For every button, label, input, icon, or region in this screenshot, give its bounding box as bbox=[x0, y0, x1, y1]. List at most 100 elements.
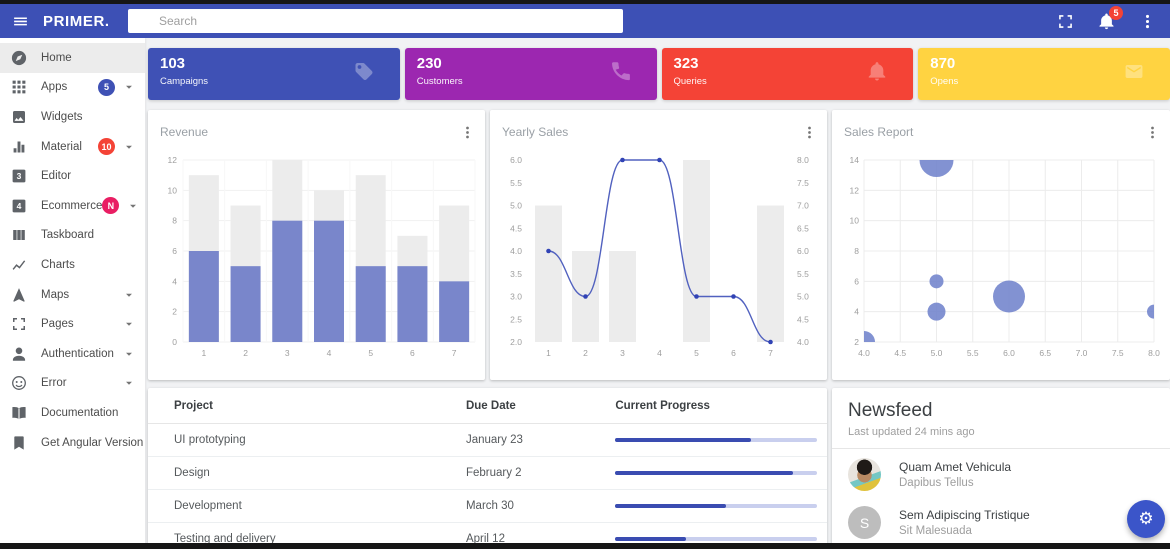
projects-table-card: Project Due Date Current Progress UI proto… bbox=[148, 388, 827, 549]
svg-text:10: 10 bbox=[168, 185, 178, 195]
newsfeed-item: S Sem Adipiscing Tristique Sit Malesuada bbox=[832, 500, 1170, 545]
sidebar-item-material[interactable]: Material 10 bbox=[0, 132, 145, 162]
chart-card-sales-report: Sales Report 2 4 6 8 10 12 14 4.0 4.5 5.0 5.5 6.0 6.5… bbox=[832, 110, 1170, 380]
newsfeed-item-name: Quam Amet Vehicula bbox=[899, 460, 1012, 474]
svg-text:6.5: 6.5 bbox=[797, 223, 809, 233]
svg-text:14: 14 bbox=[850, 155, 860, 165]
sidebar-item-documentation[interactable]: Documentation bbox=[0, 398, 145, 428]
navbar-left: PRIMER. bbox=[0, 13, 122, 30]
newsfeed-item-detail: Sit Malesuada bbox=[899, 525, 972, 537]
sidebar-item-label: Ecommerce bbox=[41, 199, 103, 212]
table-header: Project bbox=[148, 388, 440, 424]
newsfeed-header: Newsfeed Last updated 24 mins ago bbox=[832, 388, 1170, 449]
svg-text:5: 5 bbox=[368, 348, 373, 358]
stat-card-campaigns[interactable]: 103 Campaigns bbox=[148, 48, 400, 100]
hamburger-menu-icon[interactable] bbox=[12, 13, 29, 30]
sidebar-item-label: Documentation bbox=[41, 406, 119, 419]
svg-text:2: 2 bbox=[172, 307, 177, 317]
sidebar-item-editor[interactable]: 3 Editor bbox=[0, 161, 145, 191]
chart-title: Revenue bbox=[160, 125, 209, 139]
settings-fab[interactable]: ⚙ bbox=[1127, 500, 1165, 538]
search-box[interactable] bbox=[128, 9, 623, 33]
stat-card-customers[interactable]: 230 Customers bbox=[404, 48, 657, 100]
show-chart-icon bbox=[11, 257, 27, 273]
newsfeed-title: Newsfeed bbox=[848, 400, 933, 421]
chevron-down-icon bbox=[122, 80, 136, 94]
chart-title: Yearly Sales bbox=[502, 125, 569, 139]
bottom-row: Project Due Date Current Progress UI proto… bbox=[148, 388, 1170, 549]
svg-text:5.5: 5.5 bbox=[510, 178, 522, 188]
looks-3-icon: 3 bbox=[11, 168, 27, 184]
navigation-icon bbox=[11, 287, 27, 303]
more-options-icon[interactable] bbox=[1145, 125, 1160, 140]
avatar-initial: S bbox=[859, 514, 870, 531]
book-icon bbox=[11, 405, 27, 421]
screen-edge-bottom bbox=[0, 543, 1170, 549]
svg-text:5: 5 bbox=[694, 348, 699, 358]
search-input[interactable] bbox=[157, 13, 615, 29]
sidebar-item-charts[interactable]: Charts bbox=[0, 250, 145, 280]
svg-text:6.0: 6.0 bbox=[797, 246, 809, 256]
sidebar-item-get-angular-version[interactable]: Get Angular Version bbox=[0, 428, 145, 458]
svg-text:7.0: 7.0 bbox=[1076, 348, 1088, 358]
chart-header: Yearly Sales bbox=[490, 110, 827, 144]
explore-icon bbox=[11, 50, 27, 66]
chevron-down-icon bbox=[122, 317, 136, 331]
svg-text:4.0: 4.0 bbox=[797, 337, 809, 347]
progress-bar bbox=[615, 471, 818, 475]
svg-text:1: 1 bbox=[546, 348, 551, 358]
more-options-icon[interactable] bbox=[802, 125, 817, 140]
sidebar-item-widgets[interactable]: Widgets bbox=[0, 102, 145, 132]
chart-header: Sales Report bbox=[832, 110, 1170, 144]
progress-bar-fill bbox=[615, 438, 751, 442]
sidebar-item-label: Error bbox=[41, 377, 67, 390]
sidebar-item-taskboard[interactable]: Taskboard bbox=[0, 221, 145, 251]
project-name: Design bbox=[148, 456, 440, 490]
due-date: February 2 bbox=[439, 456, 590, 490]
more-options-icon[interactable] bbox=[460, 125, 475, 140]
sidebar-item-label: Home bbox=[41, 51, 72, 64]
more-options-icon[interactable] bbox=[1139, 13, 1156, 30]
email-icon bbox=[1124, 62, 1144, 87]
chart-title: Sales Report bbox=[844, 125, 914, 139]
notification-badge: 5 bbox=[1109, 5, 1123, 20]
notifications-button[interactable]: 5 bbox=[1098, 5, 1123, 30]
sidebar-item-pages[interactable]: Pages bbox=[0, 309, 145, 339]
sidebar-item-error[interactable]: Error bbox=[0, 369, 145, 399]
svg-text:5.0: 5.0 bbox=[931, 348, 943, 358]
sidebar-item-apps[interactable]: Apps 5 bbox=[0, 73, 145, 103]
svg-text:4: 4 bbox=[657, 348, 662, 358]
avatar: S bbox=[848, 506, 881, 539]
svg-text:4: 4 bbox=[327, 348, 332, 358]
sidebar-item-label: Widgets bbox=[41, 110, 83, 123]
bell-icon bbox=[867, 62, 887, 87]
sidebar: Home Apps 5 Widgets Material 10 3 Editor 4 Ecomme… bbox=[0, 38, 145, 549]
sidebar-item-maps[interactable]: Maps bbox=[0, 280, 145, 310]
sidebar-item-label: Apps bbox=[41, 81, 68, 94]
svg-text:4.5: 4.5 bbox=[894, 348, 906, 358]
svg-text:2.0: 2.0 bbox=[510, 337, 522, 347]
chart-header: Revenue bbox=[148, 110, 485, 144]
chart-plot-revenue: 0246810121 2 3 4 5 6 7 bbox=[168, 155, 476, 358]
svg-text:6: 6 bbox=[731, 348, 736, 358]
svg-text:5.5: 5.5 bbox=[797, 269, 809, 279]
fullscreen-icon[interactable] bbox=[1057, 13, 1074, 30]
sidebar-item-home[interactable]: Home bbox=[0, 43, 145, 73]
svg-text:2.5: 2.5 bbox=[510, 314, 522, 324]
bookmark-icon bbox=[11, 435, 27, 451]
table-row: Development March 30 bbox=[148, 489, 827, 523]
stat-card-queries[interactable]: 323 Queries bbox=[661, 48, 914, 100]
sidebar-item-authentication[interactable]: Authentication bbox=[0, 339, 145, 369]
person-icon bbox=[11, 346, 27, 362]
svg-text:3.0: 3.0 bbox=[510, 292, 522, 302]
svg-text:10: 10 bbox=[850, 216, 860, 226]
svg-text:6.0: 6.0 bbox=[1003, 348, 1015, 358]
stat-card-opens[interactable]: 870 Opens bbox=[918, 48, 1170, 100]
app-logo: PRIMER. bbox=[43, 12, 110, 30]
svg-text:6.5: 6.5 bbox=[1039, 348, 1051, 358]
svg-text:4: 4 bbox=[172, 276, 177, 286]
table-header: Due Date bbox=[439, 388, 590, 424]
sidebar-item-label: Get Angular Version bbox=[41, 436, 144, 449]
sidebar-item-ecommerce[interactable]: 4 Ecommerce N bbox=[0, 191, 145, 221]
sidebar-badge: 5 bbox=[98, 78, 115, 96]
